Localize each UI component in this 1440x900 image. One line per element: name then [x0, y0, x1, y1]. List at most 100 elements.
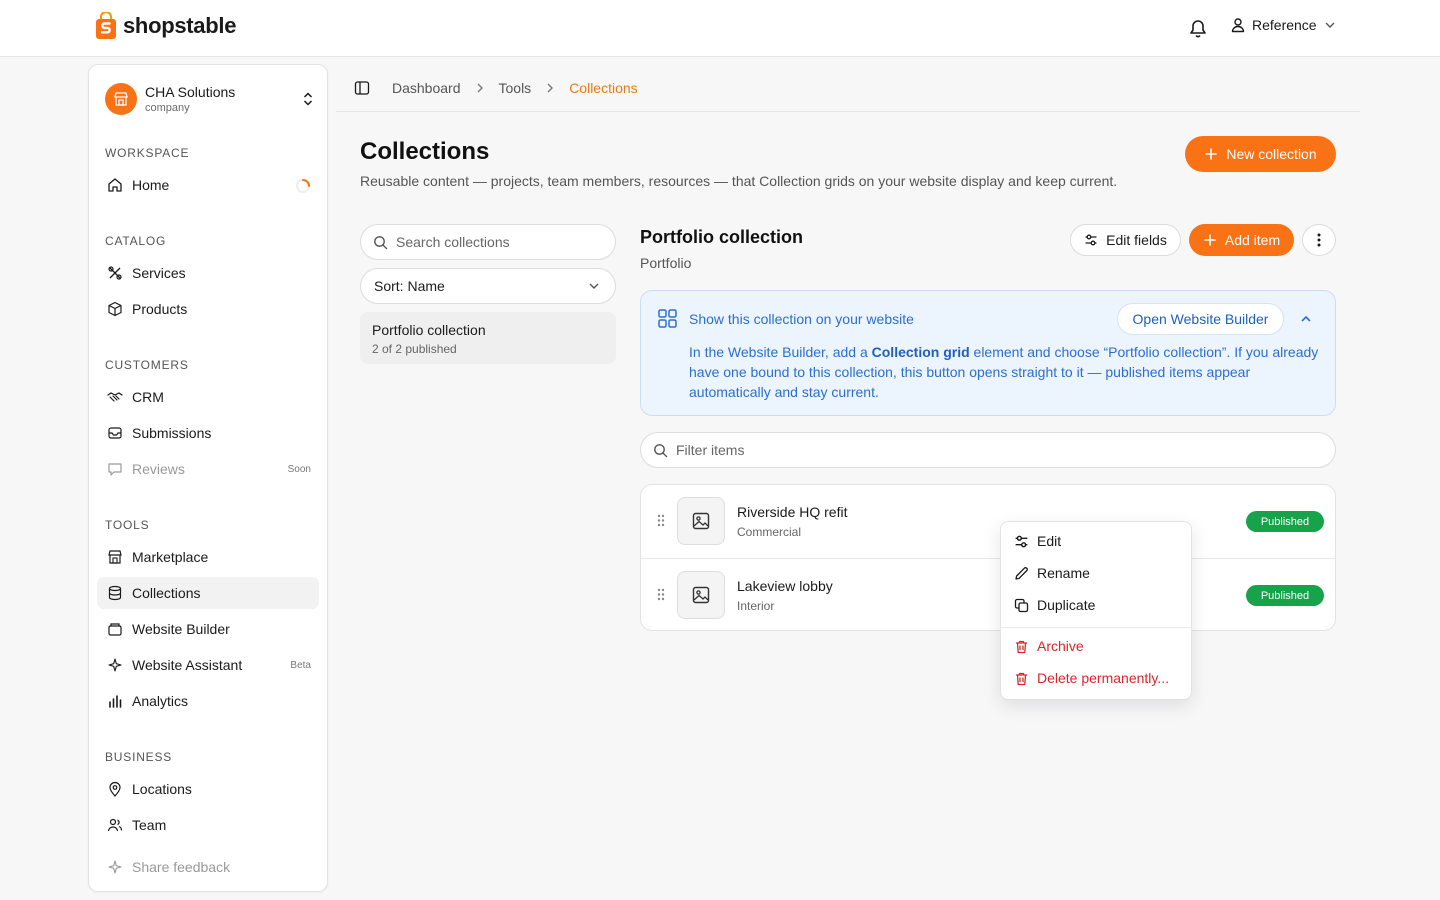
sort-select[interactable]: Sort: Name: [360, 268, 616, 304]
drag-handle-icon[interactable]: [657, 514, 665, 527]
sidebar-item-team[interactable]: Team: [97, 809, 319, 841]
notifications-button[interactable]: [1189, 18, 1207, 38]
sidebar-item-submissions[interactable]: Submissions: [97, 417, 319, 449]
company-switcher[interactable]: CHA Solutions company: [105, 81, 315, 117]
share-feedback-link[interactable]: Share feedback: [97, 851, 319, 883]
edit-fields-button[interactable]: Edit fields: [1070, 224, 1181, 256]
breadcrumb-dashboard[interactable]: Dashboard: [392, 80, 461, 96]
menu-item-label: Archive: [1037, 638, 1084, 654]
add-item-label: Add item: [1224, 232, 1281, 248]
sidebar-item-marketplace[interactable]: Marketplace: [97, 541, 319, 573]
image-icon: [692, 586, 710, 604]
section-label-customers: CUSTOMERS: [105, 358, 189, 372]
brand-name: shopstable: [123, 13, 237, 38]
sidebar-item-label: Collections: [132, 585, 201, 601]
add-item-button[interactable]: Add item: [1189, 224, 1294, 256]
collapse-panel-button[interactable]: [1299, 312, 1313, 326]
soon-badge: Soon: [287, 463, 311, 475]
sidebar-item-home[interactable]: Home: [97, 169, 319, 201]
sparkles-icon: [107, 657, 123, 673]
sidebar-item-label: CRM: [132, 389, 164, 405]
drag-handle-icon[interactable]: [657, 588, 665, 601]
chevron-down-icon: [1325, 22, 1335, 28]
collection-list-item[interactable]: Portfolio collection 2 of 2 published: [360, 312, 616, 364]
item-row[interactable]: Riverside HQ refit Commercial Published: [641, 485, 1335, 558]
section-label-business: BUSINESS: [105, 750, 173, 764]
item-thumbnail: [677, 571, 725, 619]
filter-items-input[interactable]: [676, 442, 876, 458]
sidebar-item-label: Analytics: [132, 693, 189, 709]
handshake-icon: [107, 389, 123, 405]
sidebar-item-collections[interactable]: Collections: [97, 577, 319, 609]
inbox-icon: [107, 425, 123, 441]
sidebar-item-label: Team: [132, 817, 167, 833]
menu-item-archive[interactable]: Archive: [1005, 631, 1189, 661]
sort-label: Sort: Name: [374, 278, 445, 294]
new-collection-button[interactable]: New collection: [1185, 136, 1336, 172]
sidebar-item-locations[interactable]: Locations: [97, 773, 319, 805]
store-icon: [114, 92, 128, 106]
plus-icon: [1205, 148, 1218, 160]
menu-item-duplicate[interactable]: Duplicate: [1005, 590, 1189, 620]
sidebar-item-label: Home: [132, 177, 170, 193]
menu-item-edit[interactable]: Edit: [1005, 526, 1189, 556]
user-menu[interactable]: Reference: [1230, 17, 1337, 33]
sidebar-item-products[interactable]: Products: [97, 293, 319, 325]
menu-item-rename[interactable]: Rename: [1005, 558, 1189, 588]
company-avatar: [105, 83, 137, 115]
open-website-builder-button[interactable]: Open Website Builder: [1117, 303, 1284, 335]
users-icon: [107, 817, 123, 833]
chevron-right-icon: [475, 82, 485, 94]
section-label-workspace: WORKSPACE: [105, 146, 190, 160]
breadcrumb-tools[interactable]: Tools: [499, 80, 532, 96]
item-category: Commercial: [737, 525, 802, 539]
sidebar-item-website-builder[interactable]: Website Builder: [97, 613, 319, 645]
website-info-panel: Show this collection on your website Ope…: [640, 290, 1336, 416]
sidebar-item-services[interactable]: Services: [97, 257, 319, 289]
info-panel-title: Show this collection on your website: [689, 310, 914, 327]
sidebar-item-label: Services: [132, 265, 186, 281]
sidebar-item-label: Reviews: [132, 461, 185, 477]
items-list: Riverside HQ refit Commercial Published …: [640, 484, 1336, 631]
sliders-icon: [1085, 234, 1097, 246]
item-category: Interior: [737, 599, 775, 613]
item-row[interactable]: Lakeview lobby Interior Published: [641, 558, 1335, 631]
sidebar-item-crm[interactable]: CRM: [97, 381, 319, 413]
share-feedback-label: Share feedback: [132, 859, 231, 875]
item-name: Lakeview lobby: [737, 578, 833, 594]
collection-name: Portfolio collection: [372, 322, 486, 338]
menu-item-label: Rename: [1037, 565, 1090, 581]
collection-status: 2 of 2 published: [372, 342, 457, 356]
panel-left-icon: [354, 80, 370, 95]
sidebar-item-analytics[interactable]: Analytics: [97, 685, 319, 717]
edit-fields-label: Edit fields: [1106, 232, 1167, 248]
database-icon: [107, 585, 123, 601]
sidebar-toggle-button[interactable]: [354, 80, 370, 96]
filter-items: [640, 432, 1336, 468]
sidebar-item-label: Products: [132, 301, 188, 317]
more-vertical-icon: [1317, 233, 1321, 247]
menu-item-delete[interactable]: Delete permanently...: [1005, 663, 1189, 693]
search-collections-input[interactable]: [396, 234, 596, 250]
brand-logo[interactable]: shopstable: [95, 12, 236, 40]
home-icon: [107, 177, 123, 193]
copy-icon: [1014, 598, 1029, 612]
sliders-icon: [1015, 535, 1028, 547]
info-panel-text: In the Website Builder, add a Collection…: [689, 344, 1319, 400]
collection-grid-emphasis: Collection grid: [871, 344, 970, 360]
collection-title: Portfolio collection: [640, 227, 804, 247]
pencil-icon: [1015, 566, 1028, 580]
image-icon: [692, 512, 710, 530]
store-icon: [107, 549, 123, 565]
more-options-button[interactable]: [1302, 224, 1336, 256]
menu-item-label: Edit: [1037, 533, 1062, 549]
chevron-up-icon: [1301, 315, 1311, 322]
collection-subtitle: Portfolio: [640, 255, 692, 271]
collections-search: [360, 224, 616, 260]
sidebar-item-website-assistant[interactable]: Website Assistant Beta: [97, 649, 319, 681]
breadcrumb: Dashboard Tools Collections: [336, 64, 1360, 112]
map-pin-icon: [107, 781, 123, 797]
search-icon: [374, 235, 388, 249]
page-title: Collections: [360, 138, 490, 165]
trash-icon: [1016, 672, 1027, 685]
